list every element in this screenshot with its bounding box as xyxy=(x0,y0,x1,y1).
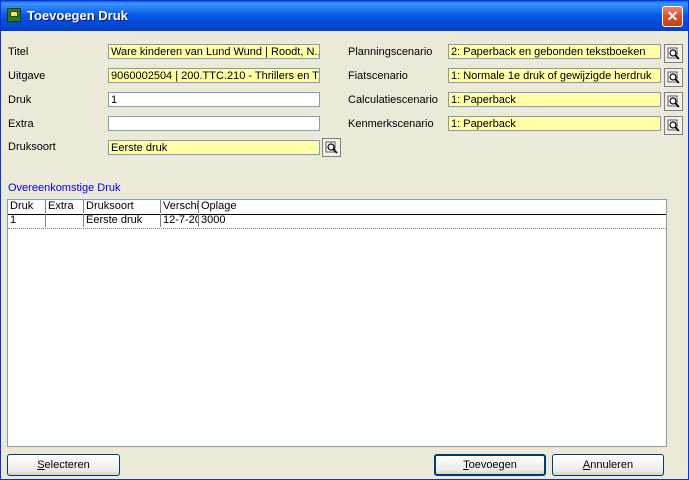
titel-field[interactable]: Ware kinderen van Lund Wund | Roodt, N., xyxy=(108,44,320,59)
fiatscenario-label: Fiatscenario xyxy=(348,70,408,82)
calculatiescenario-field[interactable]: 1: Paperback xyxy=(448,92,661,107)
close-button[interactable]: ✕ xyxy=(662,6,683,27)
table-row[interactable]: 1 Eerste druk 12-7-20 3000 xyxy=(8,214,666,229)
cell-druksoort: Eerste druk xyxy=(84,214,161,227)
magnifier-lookup-icon xyxy=(667,95,680,108)
magnifier-lookup-icon xyxy=(325,141,338,154)
planningscenario-field[interactable]: 2: Paperback en gebonden tekstboeken xyxy=(448,44,661,59)
grid-header: Druk Extra Druksoort Verschi Oplage xyxy=(8,200,666,215)
planningscenario-label: Planningscenario xyxy=(348,46,433,58)
magnifier-lookup-icon xyxy=(667,119,680,132)
calculatiescenario-label: Calculatiescenario xyxy=(348,94,438,106)
extra-field[interactable] xyxy=(108,116,320,131)
druk-label: Druk xyxy=(8,94,32,106)
grid-section-title: Overeenkomstige Druk xyxy=(8,182,121,194)
fiatscenario-field[interactable]: 1: Normale 1e druk of gewijzigde herdruk xyxy=(448,68,661,83)
toevoegen-button[interactable]: Toevoegen xyxy=(434,454,546,476)
planningscenario-lookup-button[interactable] xyxy=(664,44,683,63)
column-header-druk[interactable]: Druk xyxy=(8,200,46,213)
selecteren-label: electeren xyxy=(44,459,90,471)
kenmerkscenario-field[interactable]: 1: Paperback xyxy=(448,116,661,131)
druksoort-lookup-button[interactable] xyxy=(322,138,341,157)
selecteren-button[interactable]: Selecteren xyxy=(7,454,120,476)
column-header-verschil[interactable]: Verschi xyxy=(161,200,199,213)
druk-field[interactable]: 1 xyxy=(108,92,320,107)
column-header-oplage[interactable]: Oplage xyxy=(199,200,259,213)
overeenkomstige-druk-grid[interactable]: Druk Extra Druksoort Verschi Oplage 1 Ee… xyxy=(7,199,667,447)
druksoort-field[interactable]: Eerste druk xyxy=(108,140,320,155)
window-title: Toevoegen Druk xyxy=(27,8,128,23)
column-header-extra[interactable]: Extra xyxy=(46,200,84,213)
kenmerkscenario-lookup-button[interactable] xyxy=(664,116,683,135)
column-header-druksoort[interactable]: Druksoort xyxy=(84,200,161,213)
magnifier-lookup-icon xyxy=(667,71,680,84)
uitgave-label: Uitgave xyxy=(8,70,46,82)
extra-label: Extra xyxy=(8,118,34,130)
kenmerkscenario-label: Kenmerkscenario xyxy=(348,118,434,130)
cell-extra xyxy=(46,214,84,227)
toevoegen-label: oevoegen xyxy=(468,459,517,471)
fiatscenario-lookup-button[interactable] xyxy=(664,68,683,87)
annuleren-label: nnuleren xyxy=(590,459,634,471)
cell-oplage: 3000 xyxy=(201,214,226,226)
druksoort-label: Druksoort xyxy=(8,141,56,153)
annuleren-button[interactable]: Annuleren xyxy=(552,454,664,476)
cell-druk: 1 xyxy=(8,214,46,227)
app-icon xyxy=(7,8,21,22)
magnifier-lookup-icon xyxy=(667,47,680,60)
close-icon: ✕ xyxy=(666,8,679,24)
uitgave-field[interactable]: 9060002504 | 200.TTC.210 - Thrillers en … xyxy=(108,68,320,83)
calculatiescenario-lookup-button[interactable] xyxy=(664,92,683,111)
title-bar[interactable]: Toevoegen Druk ✕ xyxy=(1,1,688,31)
dialog-window: Toevoegen Druk ✕ Titel Ware kinderen van… xyxy=(0,0,689,480)
titel-label: Titel xyxy=(8,46,29,58)
cell-verschil: 12-7-20 xyxy=(163,214,199,227)
selecteren-accesskey: S xyxy=(37,459,45,471)
